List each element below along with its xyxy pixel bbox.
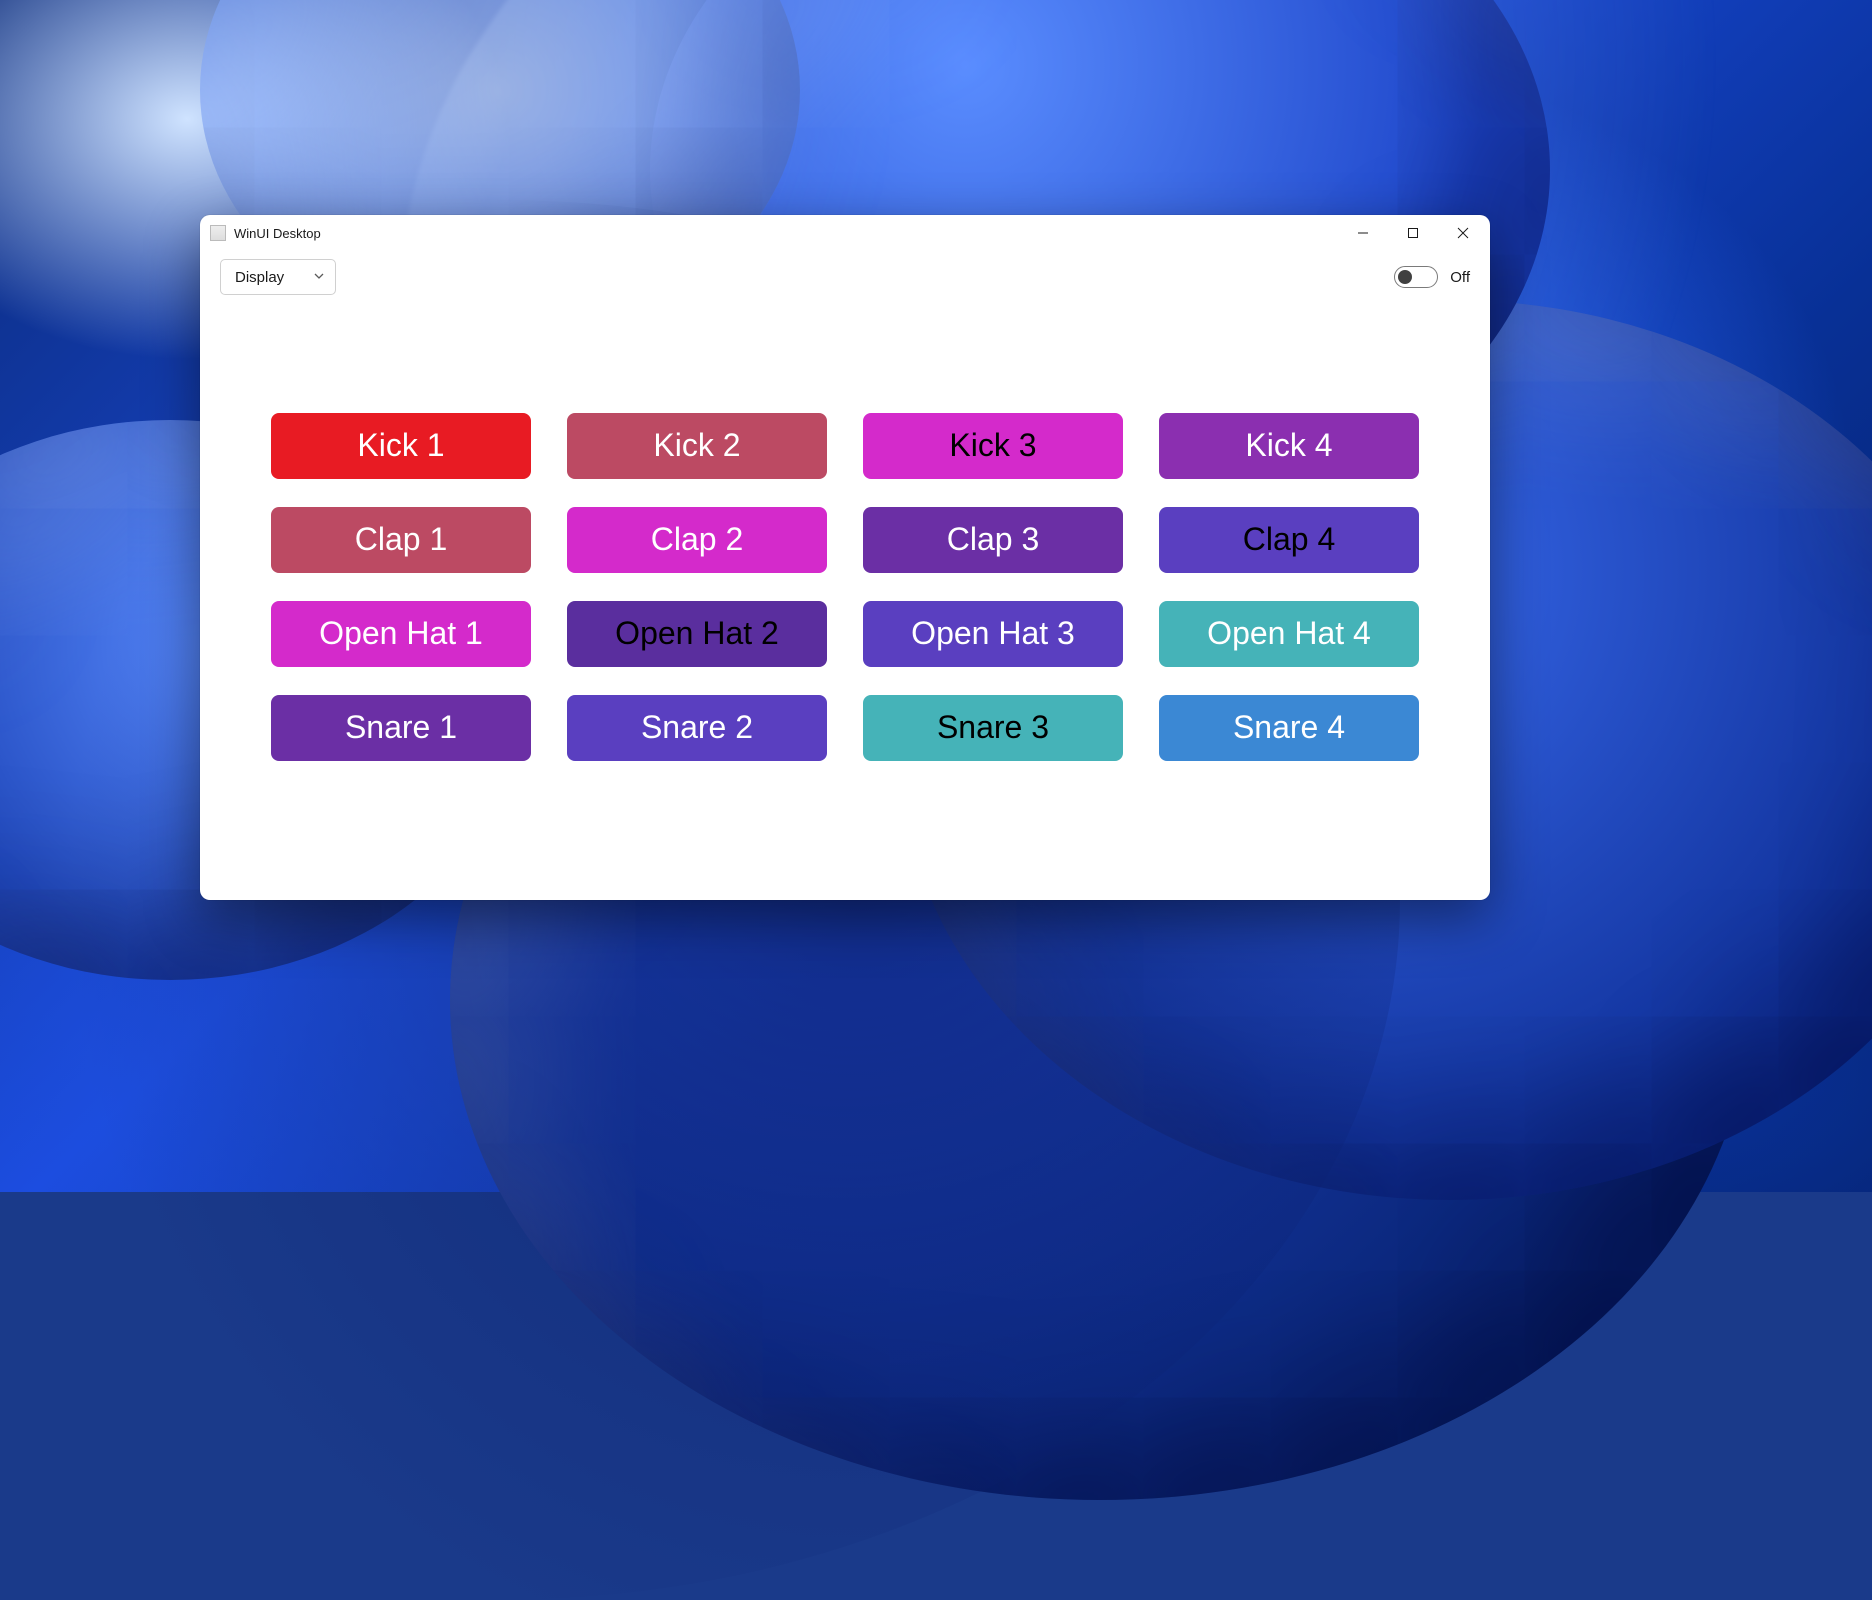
pad-label: Kick 1 xyxy=(357,427,444,464)
pad-label: Snare 3 xyxy=(937,709,1049,746)
pad-button[interactable]: Open Hat 3 xyxy=(863,601,1123,667)
pad-label: Snare 1 xyxy=(345,709,457,746)
close-icon xyxy=(1457,227,1469,239)
pad-button[interactable]: Kick 2 xyxy=(567,413,827,479)
pad-label: Clap 1 xyxy=(355,521,448,558)
pad-label: Clap 2 xyxy=(651,521,744,558)
pad-button[interactable]: Clap 2 xyxy=(567,507,827,573)
pad-label: Kick 3 xyxy=(949,427,1036,464)
minimize-icon xyxy=(1357,227,1369,239)
minimize-button[interactable] xyxy=(1338,215,1388,251)
app-window: WinUI Desktop Display Off Kick 1Kick 2Ki… xyxy=(200,215,1490,900)
pad-button[interactable]: Open Hat 4 xyxy=(1159,601,1419,667)
pad-button[interactable]: Open Hat 1 xyxy=(271,601,531,667)
chevron-down-icon xyxy=(313,269,325,286)
toggle-label: Off xyxy=(1450,269,1470,286)
pad-button[interactable]: Snare 4 xyxy=(1159,695,1419,761)
pad-label: Clap 3 xyxy=(947,521,1040,558)
pad-button[interactable]: Clap 1 xyxy=(271,507,531,573)
app-icon xyxy=(210,225,226,241)
pad-label: Snare 4 xyxy=(1233,709,1345,746)
maximize-icon xyxy=(1407,227,1419,239)
toggle-group: Off xyxy=(1394,266,1470,288)
pad-area: Kick 1 Kick 2 Kick 3 Kick 4 Clap 1 Clap 2 Clap… xyxy=(200,303,1490,900)
pad-label: Open Hat 3 xyxy=(911,615,1075,652)
dropdown-label: Display xyxy=(235,269,284,286)
pad-grid: Kick 1 Kick 2 Kick 3 Kick 4 Clap 1 Clap 2 Clap… xyxy=(271,413,1419,761)
pad-button[interactable]: Clap 4 xyxy=(1159,507,1419,573)
pad-label: Snare 2 xyxy=(641,709,753,746)
window-title: WinUI Desktop xyxy=(234,226,321,241)
pad-button[interactable]: Snare 3 xyxy=(863,695,1123,761)
display-dropdown[interactable]: Display xyxy=(220,259,336,295)
toolbar: Display Off xyxy=(200,251,1490,303)
pad-label: Clap 4 xyxy=(1243,521,1336,558)
pad-button[interactable]: Snare 2 xyxy=(567,695,827,761)
close-button[interactable] xyxy=(1438,215,1488,251)
pad-button[interactable]: Snare 1 xyxy=(271,695,531,761)
toggle-knob xyxy=(1398,270,1412,284)
pad-label: Open Hat 2 xyxy=(615,615,779,652)
pad-button[interactable]: Open Hat 2 xyxy=(567,601,827,667)
pad-label: Open Hat 1 xyxy=(319,615,483,652)
pad-button[interactable]: Kick 1 xyxy=(271,413,531,479)
pad-label: Kick 2 xyxy=(653,427,740,464)
power-toggle[interactable] xyxy=(1394,266,1438,288)
pad-button[interactable]: Kick 4 xyxy=(1159,413,1419,479)
pad-button[interactable]: Clap 3 xyxy=(863,507,1123,573)
pad-label: Open Hat 4 xyxy=(1207,615,1371,652)
pad-label: Kick 4 xyxy=(1245,427,1332,464)
maximize-button[interactable] xyxy=(1388,215,1438,251)
title-bar: WinUI Desktop xyxy=(200,215,1490,251)
pad-button[interactable]: Kick 3 xyxy=(863,413,1123,479)
